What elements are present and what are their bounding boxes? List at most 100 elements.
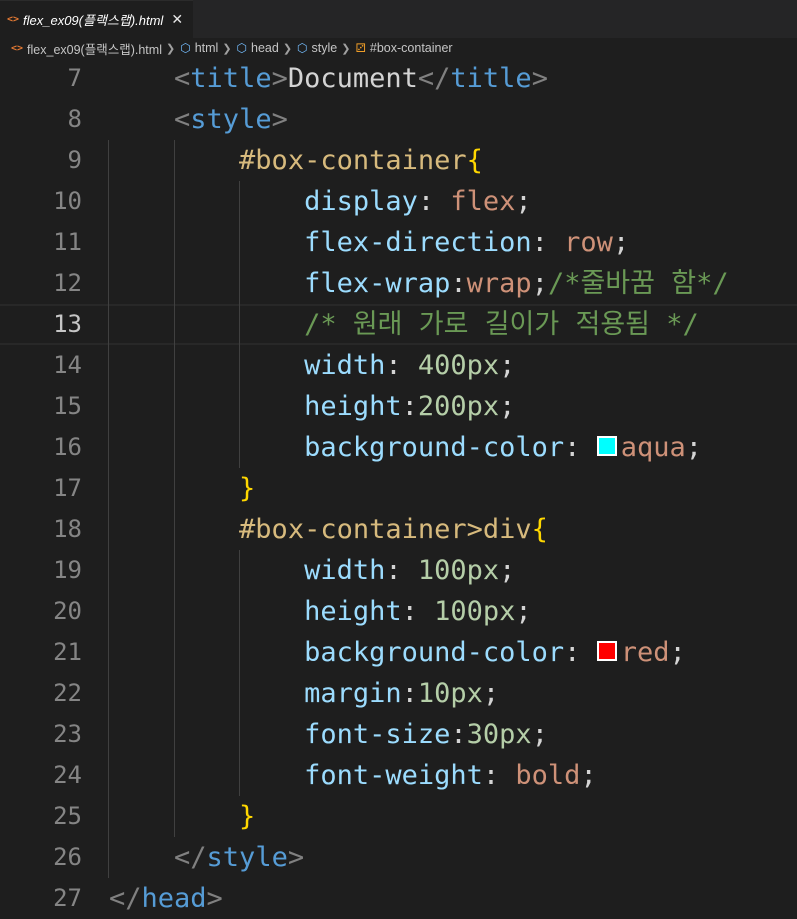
code-text[interactable]: display: flex; [109,181,532,222]
code-line[interactable]: 13 /* 원래 가로 길이가 적용됨 */ [0,304,797,345]
code-text[interactable]: <style> [109,99,288,140]
code-token: > [271,104,288,135]
code-text[interactable]: </head> [109,878,223,919]
color-swatch[interactable] [596,435,617,456]
code-token: ; [580,760,597,791]
tab-label[interactable]: flex_ex09(플랙스랩).html [23,10,163,29]
code-token: /*줄바꿈 함*/ [547,268,729,299]
code-line[interactable]: 20 height: 100px; [0,591,797,632]
code-text[interactable]: #box-container{ [109,140,483,181]
code-token: > [531,63,548,94]
code-token: : [417,186,451,217]
code-line[interactable]: 22 margin:10px; [0,673,797,714]
code-line[interactable]: 8 <style> [0,99,797,140]
code-token: aqua [620,432,686,463]
breadcrumb-selector[interactable]: ⚂ #box-container [355,41,452,55]
code-token: head [141,883,207,914]
code-line[interactable]: 25 } [0,796,797,837]
code-text[interactable]: /* 원래 가로 길이가 적용됨 */ [109,306,699,343]
code-token: row [564,227,613,258]
code-token: : [401,678,418,709]
color-swatch[interactable] [596,640,617,661]
code-line[interactable]: 27 </head> [0,878,797,919]
code-token: : [401,596,435,627]
code-token: bold [515,760,581,791]
code-token: font-size [304,719,451,750]
code-line[interactable]: 18 #box-container>div{ [0,509,797,550]
breadcrumb-html[interactable]: ⬡ html [180,41,218,55]
code-line[interactable]: 26 </style> [0,837,797,878]
indent-guide [239,181,240,468]
code-text[interactable]: <title>Document</title> [109,58,548,99]
code-token: ; [515,186,532,217]
close-icon[interactable]: ✕ [171,12,183,28]
code-line[interactable]: 7 <title>Document</title> [0,58,797,99]
code-line[interactable]: 9 #box-container{ [0,140,797,181]
html-file-icon: <> [7,14,20,25]
code-text[interactable]: width: 400px; [109,345,515,386]
line-number: 11 [53,228,82,256]
code-text[interactable]: } [109,796,255,837]
code-line[interactable]: 11 flex-direction: row; [0,222,797,263]
code-token: title [450,63,532,94]
cube-icon: ⬡ [297,41,308,55]
line-number: 10 [53,187,82,215]
code-token: </ [174,842,207,873]
line-number: 24 [53,761,82,789]
code-token: : [385,555,418,586]
code-token: height [304,596,402,627]
indent-guide [239,550,240,796]
code-text[interactable]: background-color: red; [109,632,686,673]
code-line[interactable]: 23 font-size:30px; [0,714,797,755]
code-token: /* 원래 가로 길이가 적용됨 */ [304,309,699,340]
code-line[interactable]: 12 flex-wrap:wrap;/*줄바꿈 함*/ [0,263,797,304]
code-text[interactable]: width: 100px; [109,550,515,591]
code-text[interactable]: margin:10px; [109,673,499,714]
code-token: 10px [417,678,483,709]
indent-guide [174,140,175,837]
breadcrumb-file[interactable]: <> flex_ex09(플랙스랩).html [11,39,162,58]
code-line[interactable]: 15 height:200px; [0,386,797,427]
code-token: Document [287,63,418,94]
code-text[interactable]: } [109,468,255,509]
code-token: margin [304,678,402,709]
code-text[interactable]: height:200px; [109,386,515,427]
line-number: 13 [53,310,82,338]
code-token: : [482,760,516,791]
code-text[interactable]: background-color: aqua; [109,427,702,468]
code-token: #box-container>div [239,514,532,545]
code-token: : [450,719,467,750]
code-token: red [620,637,670,668]
code-line[interactable]: 24 font-weight: bold; [0,755,797,796]
code-token: 30px [466,719,532,750]
code-editor[interactable]: 27 </head> 26 </style> 25 } 24 font-weight: … [0,58,797,919]
line-number: 26 [53,843,82,871]
line-number: 27 [53,884,82,912]
line-number: 8 [67,105,82,133]
editor-tab-active[interactable]: <> flex_ex09(플랙스랩).html ✕ [0,0,193,38]
code-token: style [190,104,272,135]
breadcrumb-head[interactable]: ⬡ head [237,41,279,55]
code-line[interactable]: 10 display: flex; [0,181,797,222]
code-text[interactable]: flex-wrap:wrap;/*줄바꿈 함*/ [109,263,729,304]
code-token: : [450,268,467,299]
code-line[interactable]: 19 width: 100px; [0,550,797,591]
code-text[interactable]: </style> [109,837,304,878]
code-text[interactable]: font-weight: bold; [109,755,597,796]
code-token: style [206,842,288,873]
code-line[interactable]: 14 width: 400px; [0,345,797,386]
code-line[interactable]: 21 background-color: red; [0,632,797,673]
code-line[interactable]: 16 background-color: aqua; [0,427,797,468]
code-text[interactable]: height: 100px; [109,591,532,632]
code-token: ; [612,227,630,258]
code-text[interactable]: flex-direction: row; [109,222,629,263]
code-line[interactable]: 17 } [0,468,797,509]
breadcrumb-style[interactable]: ⬡ style [297,41,337,55]
breadcrumb-label: style [311,41,338,55]
code-token: ; [482,678,500,709]
